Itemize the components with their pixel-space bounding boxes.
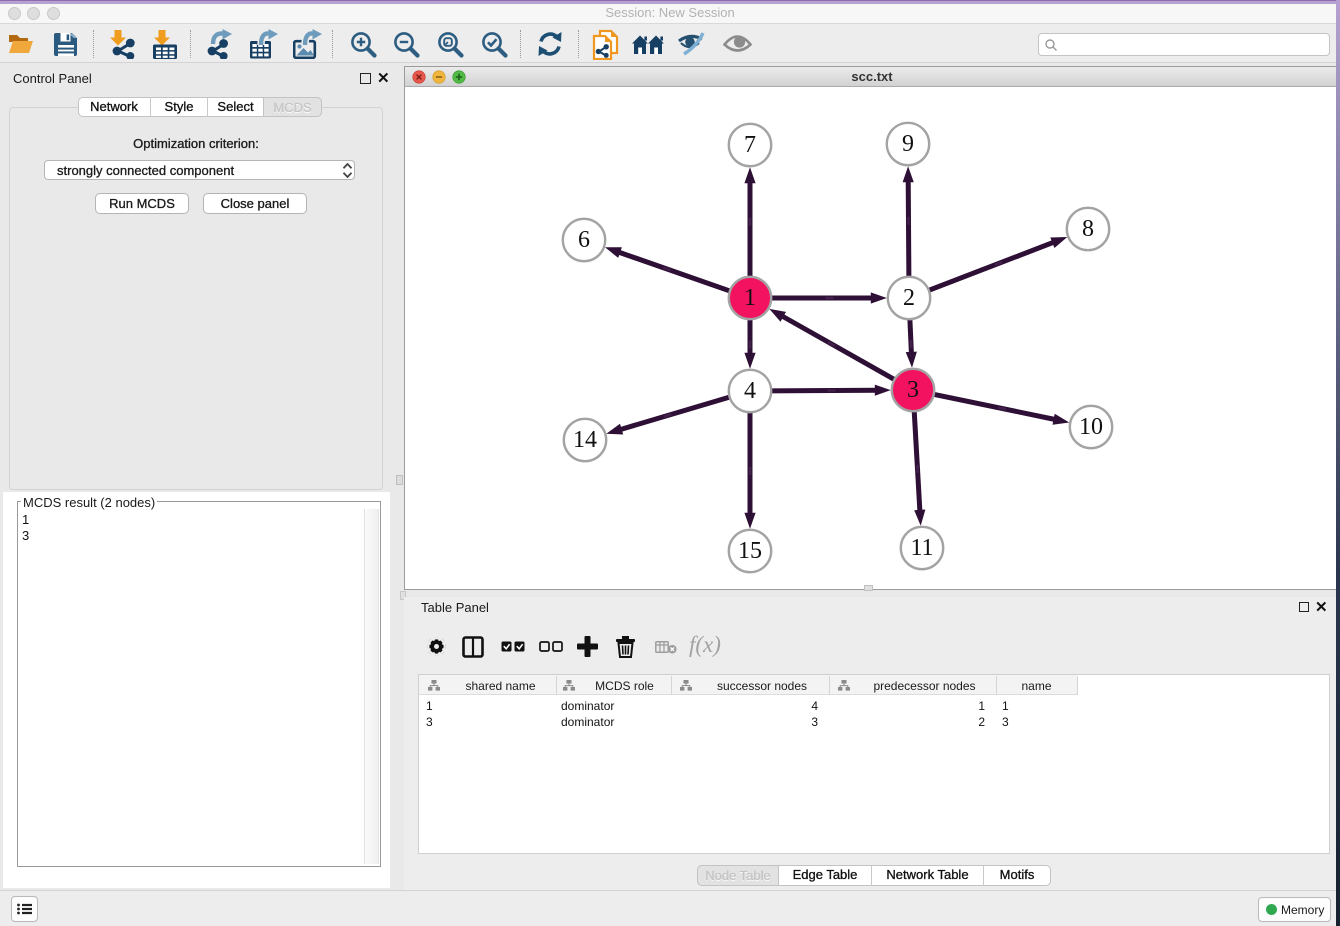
svg-text:1: 1 [744,285,756,311]
svg-text:6: 6 [578,227,590,253]
svg-text:11: 11 [910,535,933,561]
svg-text:9: 9 [902,131,914,157]
svg-text:14: 14 [573,427,597,453]
svg-text:4: 4 [744,378,756,404]
svg-text:7: 7 [744,132,756,158]
svg-text:8: 8 [1082,216,1094,242]
svg-text:2: 2 [903,285,915,311]
svg-text:15: 15 [738,538,762,564]
svg-text:10: 10 [1079,414,1103,440]
svg-text:3: 3 [907,377,919,403]
